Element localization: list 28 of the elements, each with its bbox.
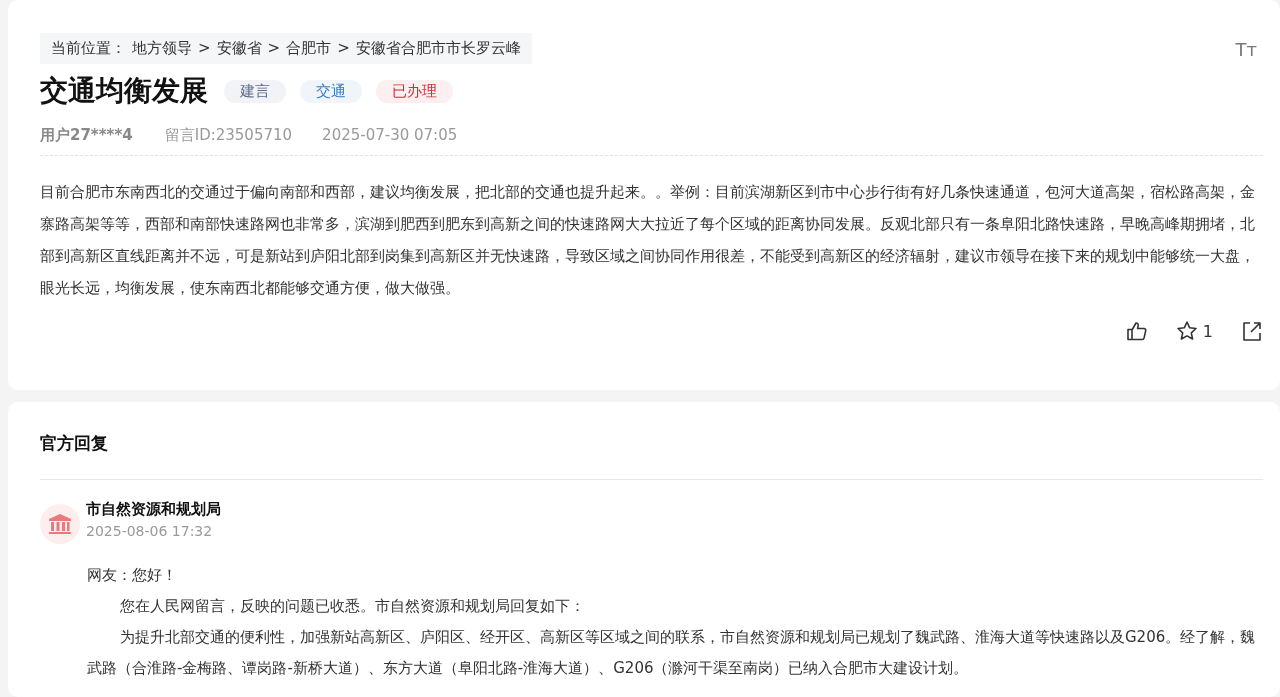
tag: 交通 [300,79,362,103]
breadcrumb-separator: > [267,39,281,58]
thumbs-up-icon[interactable] [1125,320,1148,342]
message-id: 留言ID:23505710 [164,126,293,145]
message-body: 目前合肥市东南西北的交通过于偏向南部和西部，建议均衡发展，把北部的交通也提升起来。。举例：目前滨湖新区到市中心步行街有好几条快速通道，包河大道高架，宿松路高架，金寨路高架等等，西部和南部快速路网也非常多，滨湖到肥西到肥东到高新之间的快速路网大大拉近了每个区域的距离协同发展。反观北部只有一条阜阳北路快速路，早晚高峰期拥堵，北部到高新区直线距离并不远，可是新站到庐阳北部到岗集到高新区并无快速路，导致区域之间协同作用很差，不能受到高新区的经济辐射，建议市领导在接下来的规划中能够统一大盘，眼光长远，均衡发展，使东南西北都能够交通方便，做大做强。 [40,182,1256,299]
tag: 建言 [224,79,286,103]
font-size-button[interactable]: Tт [1235,39,1257,60]
breadcrumb-link[interactable]: 地方领导 [132,39,192,58]
office-name: 市自然资源和规划局 [86,500,221,519]
government-building-icon [40,504,80,544]
user-name: 用户27****4 [40,126,133,145]
breadcrumb-link[interactable]: 合肥市 [286,39,332,58]
reply-paragraph: 您在人民网留言，反映的问题已收悉。市自然资源和规划局回复如下： [119,596,586,617]
reply-paragraph: 网友：您好！ [87,565,178,586]
reply-paragraph: 为提升北部交通的便利性，加强新站高新区、庐阳区、经开区、高新区等区域之间的联系，市自然资源和规划局已规划了魏武路、淮海大道等快速路以及G206。经了解，魏武路（合淮路-金梅路、谭岗路-新桥大道）、东方大道（阜阳北路-淮海大道）、G206（滁河干渠至南岗）已纳入合肥市大建设计划。 [87,627,1257,679]
reply-time: 2025-08-06 17:32 [86,523,214,539]
breadcrumb-link[interactable]: 安徽省 [216,39,262,58]
breadcrumb-separator: > [198,39,211,58]
favorite-count: 1 [1202,321,1213,341]
section-heading: 官方回复 [40,432,1263,480]
breadcrumb-link[interactable]: 安徽省合肥市市长罗云峰 [355,39,521,58]
breadcrumb-label: 当前位置： [51,39,126,58]
tag: 已办理 [376,79,453,103]
star-icon[interactable] [1175,320,1198,342]
breadcrumb-separator: > [337,39,350,58]
post-time: 2025-07-30 07:05 [322,126,458,145]
share-icon[interactable] [1241,320,1263,342]
post-title: 交通均衡发展 [40,73,208,109]
